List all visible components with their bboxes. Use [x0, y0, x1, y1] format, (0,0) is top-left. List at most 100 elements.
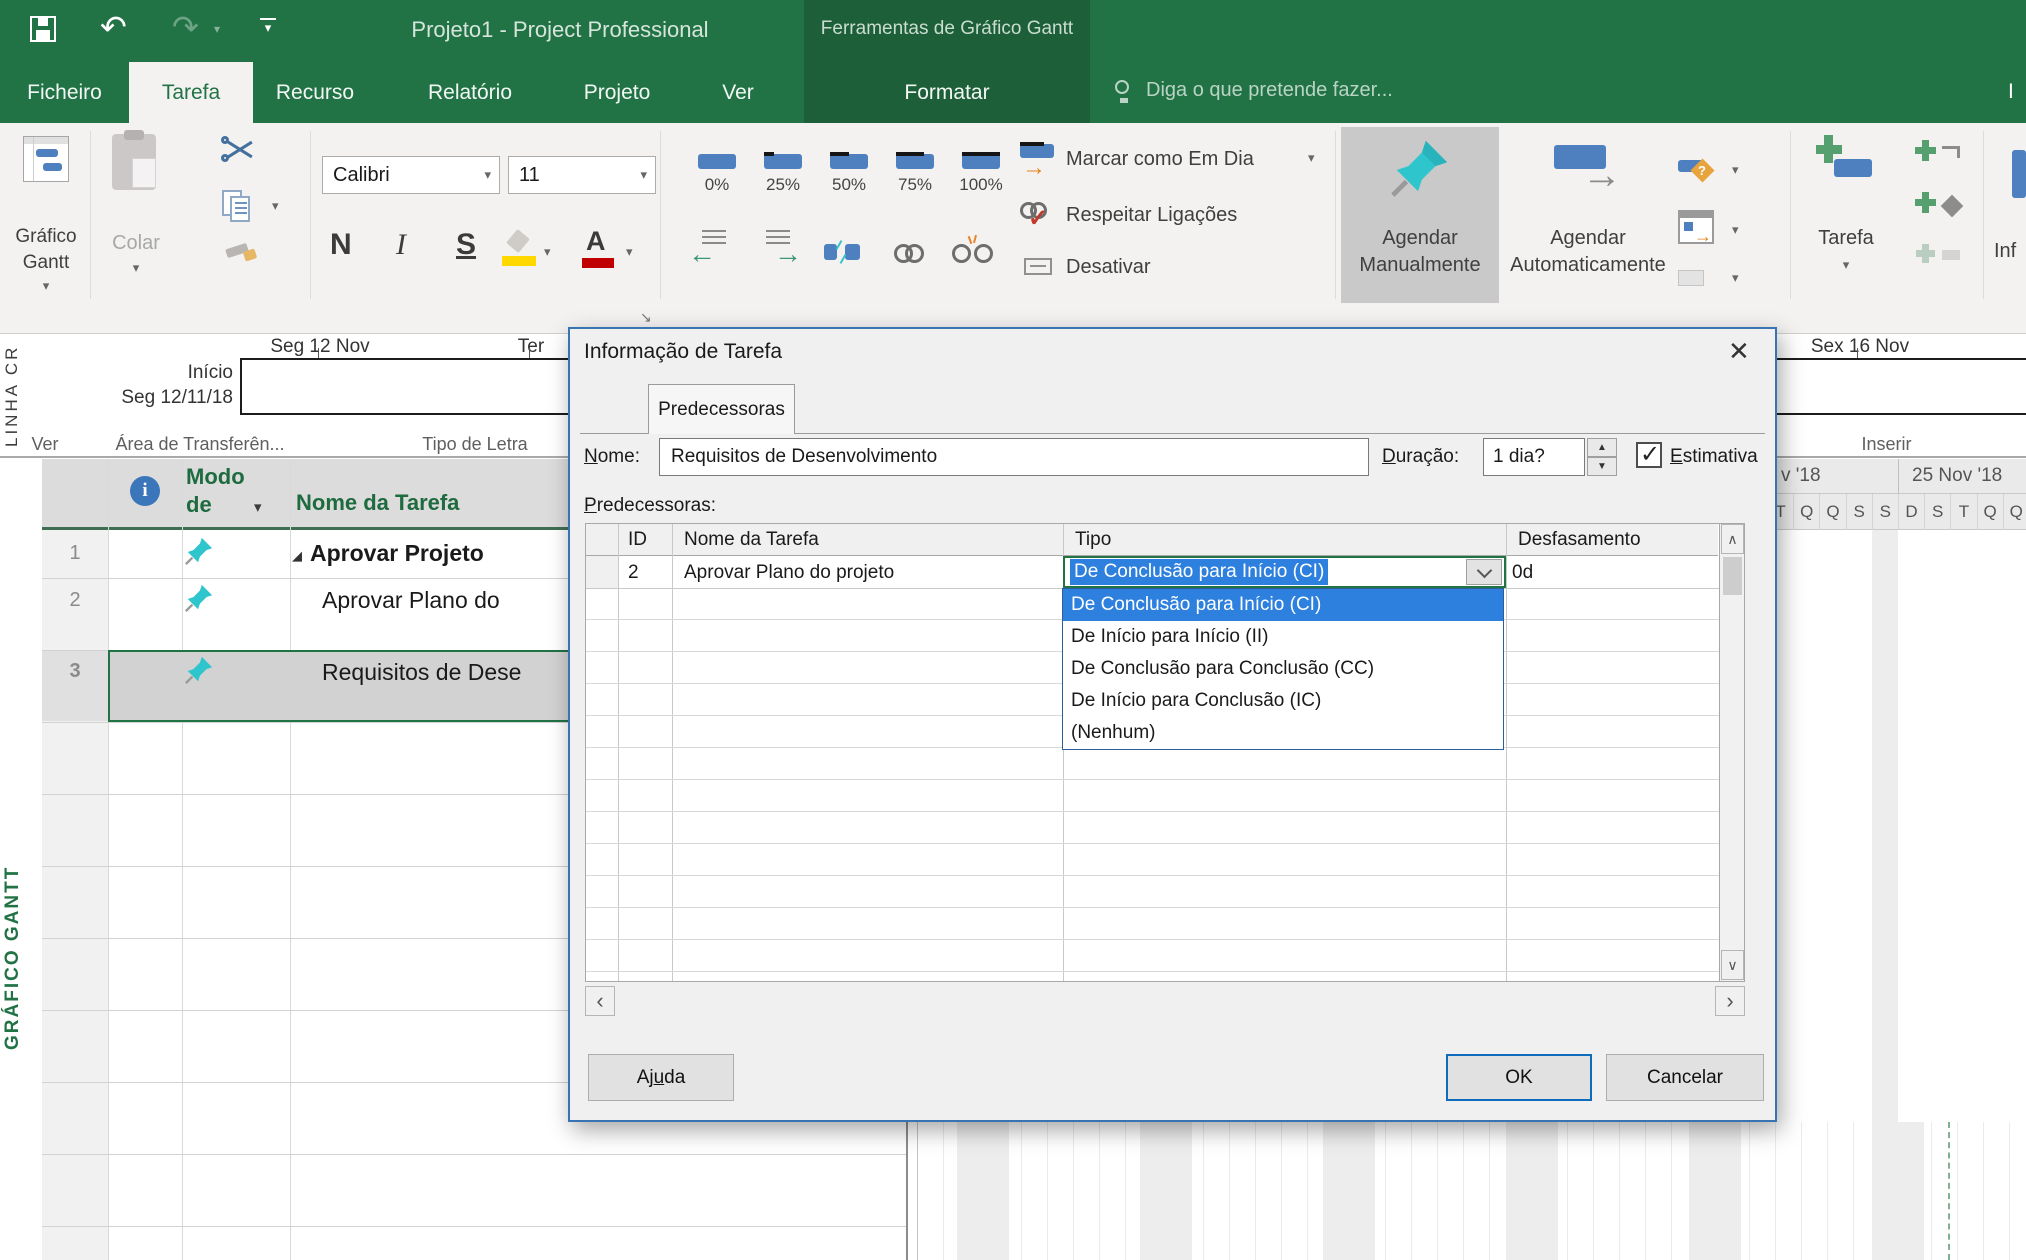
ok-button[interactable]: OK	[1446, 1054, 1592, 1101]
scroll-up-icon[interactable]: ∧	[1721, 524, 1744, 554]
font-color-dropdown-icon[interactable]: ▾	[626, 244, 633, 260]
info-icon[interactable]: i	[130, 476, 160, 506]
tab-tarefa[interactable]: Tarefa	[129, 62, 253, 123]
duration-spinner[interactable]: ▲ ▼	[1587, 438, 1617, 476]
grid-row-selector[interactable]	[586, 556, 618, 588]
undo-icon[interactable]: ↶	[100, 8, 127, 46]
tellme-search[interactable]: Diga o que pretende fazer...	[1100, 62, 1500, 123]
dropdown-item-cc[interactable]: De Conclusão para Conclusão (CC)	[1063, 653, 1503, 685]
format-painter-icon[interactable]	[224, 242, 258, 268]
insert-summary-button[interactable]	[1916, 140, 1976, 180]
grid-header-lag[interactable]: Desfasamento	[1518, 529, 1641, 551]
nonworking-day-shading	[1689, 1122, 1741, 1260]
move-task-button[interactable]: → ▾	[1678, 210, 1778, 254]
name-field[interactable]: Requisitos de Desenvolvimento	[659, 438, 1369, 476]
copy-icon[interactable]	[222, 190, 258, 224]
tab-formatar[interactable]: Formatar	[804, 62, 1090, 123]
pane-splitter[interactable]	[906, 1122, 908, 1260]
insert-milestone-button[interactable]	[1916, 192, 1976, 232]
grid-row-id[interactable]: 2	[628, 562, 639, 584]
grid-header-name[interactable]: Nome da Tarefa	[684, 529, 819, 551]
spinner-down-icon[interactable]: ▼	[1587, 457, 1617, 476]
indent-task-button[interactable]: →	[756, 230, 804, 274]
row-3-number[interactable]: 3	[42, 660, 108, 683]
row-2-number[interactable]: 2	[42, 589, 108, 612]
percent-75-button[interactable]: 75%	[882, 154, 948, 195]
bold-button[interactable]: N	[330, 228, 352, 262]
grid-header-type[interactable]: Tipo	[1075, 529, 1111, 551]
highlight-color-button[interactable]	[502, 230, 538, 270]
filter-arrow-icon[interactable]: ▾	[254, 498, 262, 516]
respect-links-button[interactable]: ✓ Respeitar Ligações	[1016, 198, 1328, 238]
collapse-icon[interactable]: ◢	[292, 548, 302, 564]
split-task-button[interactable]	[824, 238, 868, 268]
task-mode-button: ▾	[1678, 268, 1778, 298]
dropdown-item-nenhum[interactable]: (Nenhum)	[1063, 717, 1503, 749]
grid-row-name[interactable]: Aprovar Plano do projeto	[684, 562, 894, 584]
font-size-combo[interactable]: 11 ▾	[508, 156, 656, 194]
font-color-button[interactable]: A	[582, 226, 618, 270]
unlink-tasks-button[interactable]	[952, 240, 996, 266]
cancel-button[interactable]: Cancelar	[1606, 1054, 1764, 1101]
help-button[interactable]: Ajuda	[588, 1054, 734, 1101]
type-combo-button[interactable]	[1466, 559, 1502, 585]
dropdown-item-ic[interactable]: De Início para Conclusão (IC)	[1063, 685, 1503, 717]
copy-dropdown-icon[interactable]: ▾	[272, 198, 279, 214]
chevron-down-icon: ▾	[1732, 270, 1739, 286]
dropdown-item-ci[interactable]: De Conclusão para Início (CI)	[1063, 589, 1503, 621]
group-separator	[660, 131, 661, 299]
chevron-down-icon: ▾	[1308, 150, 1315, 166]
highlight-dropdown-icon[interactable]: ▾	[544, 244, 551, 260]
insert-task-button[interactable]: Tarefa ▾	[1800, 127, 1892, 303]
grid-header-id[interactable]: ID	[628, 529, 647, 551]
scroll-right-icon[interactable]: ›	[1715, 986, 1745, 1016]
tab-recurso[interactable]: Recurso	[253, 62, 377, 123]
task-row-1-name[interactable]: Aprovar Projeto	[310, 540, 566, 567]
signin-partial-text[interactable]: I	[2008, 80, 2014, 104]
column-header-mode[interactable]: Modo	[186, 464, 245, 490]
redo-dropdown-icon: ▾	[214, 22, 220, 36]
tab-projeto[interactable]: Projeto	[555, 62, 679, 123]
save-icon[interactable]	[30, 16, 56, 42]
percent-50-button[interactable]: 50%	[816, 154, 882, 195]
grid-hscrollbar[interactable]: ‹ ›	[585, 986, 1745, 1016]
mark-on-track-button[interactable]: → Marcar como Em Dia ▾	[1016, 142, 1328, 182]
schedule-manually-button[interactable]: Agendar Manualmente	[1341, 127, 1499, 303]
gantt-chart-view-button[interactable]: Gráfico Gantt ▾	[6, 128, 86, 306]
task-row-3-name[interactable]: Requisitos de Dese	[322, 659, 566, 686]
grid-type-cell[interactable]: De Conclusão para Início (CI)	[1063, 556, 1506, 588]
row-1-number[interactable]: 1	[42, 542, 108, 565]
percent-0-button[interactable]: 0%	[684, 154, 750, 195]
column-header-name[interactable]: Nome da Tarefa	[296, 490, 459, 516]
estimated-checkbox[interactable]: ✓	[1636, 442, 1662, 468]
grid-row-lag[interactable]: 0d	[1512, 562, 1533, 584]
insert-task-icon	[1816, 135, 1876, 187]
column-header-mode-2[interactable]: de	[186, 492, 212, 518]
dialog-tab-predecessoras[interactable]: Predecessoras	[648, 384, 795, 434]
inactivate-button[interactable]: Desativar	[1016, 250, 1328, 290]
underline-button[interactable]: S	[456, 228, 476, 262]
scroll-left-icon[interactable]: ‹	[585, 986, 615, 1016]
tab-ficheiro[interactable]: Ficheiro	[0, 62, 129, 123]
close-icon[interactable]: ✕	[1728, 336, 1750, 367]
qat-customize-icon[interactable]: ▾	[260, 18, 276, 36]
tab-relatorio[interactable]: Relatório	[395, 62, 545, 123]
tab-ver[interactable]: Ver	[695, 62, 781, 123]
percent-100-button[interactable]: 100%	[948, 154, 1014, 195]
spinner-up-icon[interactable]: ▲	[1587, 438, 1617, 457]
task-inspector-button[interactable]: ? ▾	[1678, 156, 1778, 192]
duration-field[interactable]: 1 dia?	[1483, 438, 1585, 476]
percent-25-button[interactable]: 25%	[750, 154, 816, 195]
dropdown-item-ii[interactable]: De Início para Início (II)	[1063, 621, 1503, 653]
link-tasks-button[interactable]	[894, 240, 930, 266]
font-dialog-launcher-icon[interactable]: ↘	[640, 309, 652, 326]
font-family-combo[interactable]: Calibri ▾	[322, 156, 500, 194]
grid-vscrollbar[interactable]: ∧ ∨	[1719, 524, 1744, 981]
outdent-task-button[interactable]: ←	[688, 230, 736, 274]
font-family-value: Calibri	[323, 164, 390, 187]
scroll-down-icon[interactable]: ∨	[1721, 950, 1744, 980]
task-row-2-name[interactable]: Aprovar Plano do	[322, 587, 566, 614]
scroll-thumb[interactable]	[1723, 557, 1742, 595]
italic-button[interactable]: I	[396, 228, 406, 262]
schedule-automatically-button[interactable]: → Agendar Automaticamente	[1502, 127, 1674, 303]
